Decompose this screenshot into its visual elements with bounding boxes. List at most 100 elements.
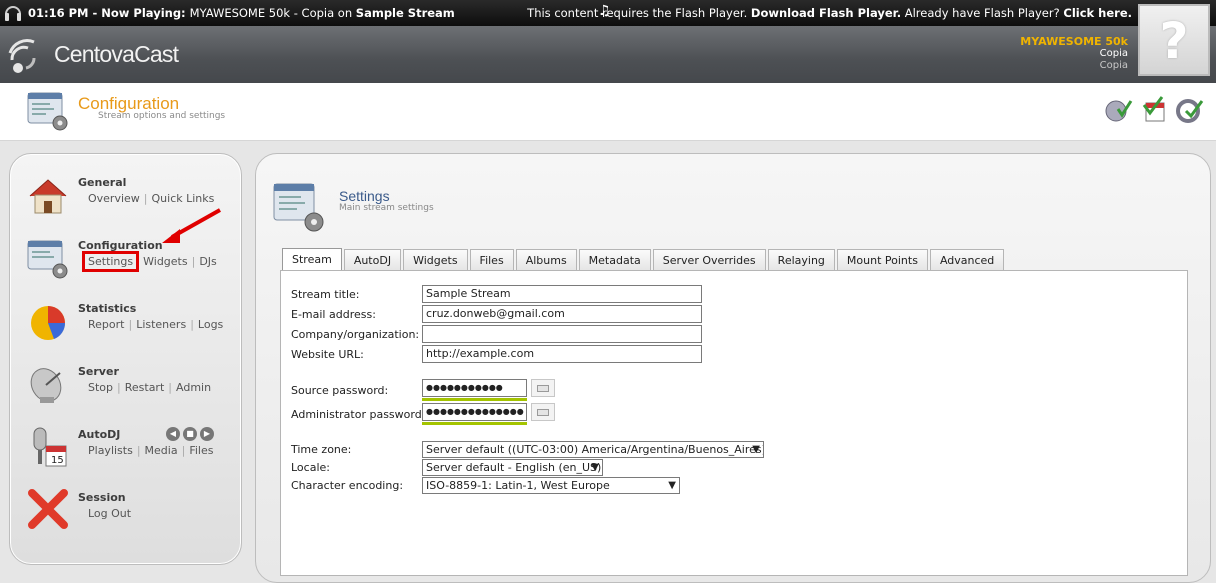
account-line2: Copia: [1099, 48, 1128, 59]
logs-link[interactable]: Logs: [198, 318, 223, 331]
flash-notice: This content requires the Flash Player. …: [527, 6, 1132, 20]
widgets-link[interactable]: Widgets: [143, 255, 187, 268]
company-label: Company/organization:: [291, 328, 420, 341]
page-subtitle: Stream options and settings: [98, 111, 226, 121]
chevron-down-icon: ▼: [591, 462, 599, 473]
autodj-previous-icon[interactable]: ◀: [166, 427, 180, 441]
admin-password-strength: [422, 422, 527, 425]
email-label: E-mail address:: [291, 308, 376, 321]
email-field[interactable]: cruz.donweb@gmail.com: [422, 305, 702, 323]
media-link[interactable]: Media: [145, 444, 178, 457]
tab-stream[interactable]: Stream: [282, 248, 342, 271]
avatar-placeholder-icon: ?: [1159, 12, 1189, 70]
tab-widgets[interactable]: Widgets: [403, 249, 468, 271]
account-line3: Copia: [1099, 60, 1128, 71]
sidebar-item-autodj: 15 AutoDJ ◀ ■ ▶ Playlists | Media | Files: [10, 426, 242, 486]
stop-link[interactable]: Stop: [88, 381, 113, 394]
settings-check-icon[interactable]: [1174, 95, 1204, 125]
listeners-link[interactable]: Listeners: [136, 318, 186, 331]
click-here-link[interactable]: Click here.: [1063, 6, 1132, 20]
current-time: 01:16 PM: [28, 6, 89, 20]
download-flash-link[interactable]: Download Flash Player.: [751, 6, 901, 20]
tab-metadata[interactable]: Metadata: [578, 249, 651, 271]
sidebar-item-title[interactable]: General: [78, 176, 126, 189]
tab-files[interactable]: Files: [469, 249, 514, 271]
sidebar-item-title[interactable]: Statistics: [78, 302, 136, 315]
locale-value: Server default - English (en_US): [426, 461, 602, 474]
keyboard-icon: [537, 409, 549, 416]
header-tools: [1104, 95, 1208, 125]
encoding-value: ISO-8859-1: Latin-1, West Europe: [426, 479, 610, 492]
playlists-link[interactable]: Playlists: [88, 444, 133, 457]
sidebar-item-title[interactable]: Server: [78, 365, 119, 378]
sidebar-item-title[interactable]: Session: [78, 491, 126, 504]
home-icon: [29, 179, 67, 214]
autodj-stop-icon[interactable]: ■: [183, 427, 197, 441]
autodj-controls: ◀ ■ ▶: [166, 427, 214, 441]
admin-password-field[interactable]: ●●●●●●●●●●●●●●: [422, 403, 527, 421]
chevron-down-icon: ▼: [752, 444, 760, 455]
main-panel: Settings Main stream settings Stream Auto…: [255, 153, 1211, 583]
djs-link[interactable]: DJs: [199, 255, 216, 268]
website-field[interactable]: http://example.com: [422, 345, 702, 363]
quick-links-link[interactable]: Quick Links: [152, 192, 215, 205]
settings-tabs: Stream AutoDJ Widgets Files Albums Metadata Se…: [282, 248, 1006, 271]
panel-title: Settings: [339, 188, 390, 204]
time-zone-value: Server default ((UTC-03:00) America/Arge…: [426, 443, 764, 456]
headphones-icon: [5, 6, 21, 21]
tab-mount-points[interactable]: Mount Points: [836, 249, 928, 271]
files-link[interactable]: Files: [189, 444, 213, 457]
admin-link[interactable]: Admin: [176, 381, 211, 394]
pie-chart-icon: [31, 306, 66, 340]
flash-message: This content requires the Flash Player.: [527, 6, 748, 20]
current-stream: Sample Stream: [355, 6, 455, 20]
annotation-arrow-icon: [162, 208, 221, 243]
tab-albums[interactable]: Albums: [515, 249, 577, 271]
admin-password-generate-button[interactable]: [531, 403, 555, 421]
account-name: MYAWESOME 50k: [1020, 35, 1128, 48]
tab-server-overrides[interactable]: Server Overrides: [652, 249, 766, 271]
top-bar: 01:16 PM - Now Playing: MYAWESOME 50k - …: [0, 0, 1216, 26]
sidebar-links: Stop | Restart | Admin: [88, 381, 212, 394]
tab-autodj[interactable]: AutoDJ: [343, 249, 402, 271]
autodj-next-icon[interactable]: ▶: [200, 427, 214, 441]
chevron-down-icon: ▼: [668, 480, 676, 491]
flash-have-text: Already have Flash Player?: [904, 6, 1060, 20]
stream-title-input[interactable]: Sample Stream: [422, 285, 702, 303]
source-password-strength: [422, 398, 527, 401]
tab-relaying[interactable]: Relaying: [767, 249, 835, 271]
keyboard-icon: [537, 385, 549, 392]
tab-advanced[interactable]: Advanced: [929, 249, 1005, 271]
locale-select[interactable]: Server default - English (en_US) ▼: [422, 459, 603, 476]
account-info: MYAWESOME 50k Copia Copia: [1020, 36, 1128, 72]
sidebar-links: Overview | Quick Links: [88, 192, 215, 205]
sidebar-item-title[interactable]: Configuration: [78, 239, 163, 252]
status-check-icon[interactable]: [1104, 95, 1134, 125]
settings-link[interactable]: Settings: [81, 251, 140, 272]
source-password-label: Source password:: [291, 384, 389, 397]
encoding-select[interactable]: ISO-8859-1: Latin-1, West Europe ▼: [422, 477, 680, 494]
admin-password-label: Administrator password:: [291, 408, 426, 421]
calendar-check-icon[interactable]: [1140, 95, 1170, 125]
report-link[interactable]: Report: [88, 318, 124, 331]
panel-subtitle: Main stream settings: [339, 203, 434, 213]
sidebar-links: Report | Listeners | Logs: [88, 318, 224, 331]
sidebar-item-title[interactable]: AutoDJ: [78, 428, 120, 441]
stream-title-label: Stream title:: [291, 288, 360, 301]
configuration-icon: [27, 240, 68, 279]
log-out-link[interactable]: Log Out: [88, 507, 131, 520]
avatar[interactable]: ?: [1138, 4, 1210, 76]
logout-x-icon: [28, 489, 68, 529]
source-password-generate-button[interactable]: [531, 379, 555, 397]
company-field[interactable]: [422, 325, 702, 343]
sidebar-links: Log Out: [88, 507, 131, 520]
restart-link[interactable]: Restart: [125, 381, 165, 394]
encoding-label: Character encoding:: [291, 479, 404, 492]
source-password-field[interactable]: ●●●●●●●●●●●: [422, 379, 527, 397]
configuration-icon: [27, 92, 68, 131]
time-zone-select[interactable]: Server default ((UTC-03:00) America/Arge…: [422, 441, 764, 458]
time-zone-label: Time zone:: [291, 443, 352, 456]
brand-name: CentovaCast: [54, 41, 179, 67]
sidebar-links: Settings Widgets | DJs: [81, 251, 217, 272]
overview-link[interactable]: Overview: [88, 192, 140, 205]
